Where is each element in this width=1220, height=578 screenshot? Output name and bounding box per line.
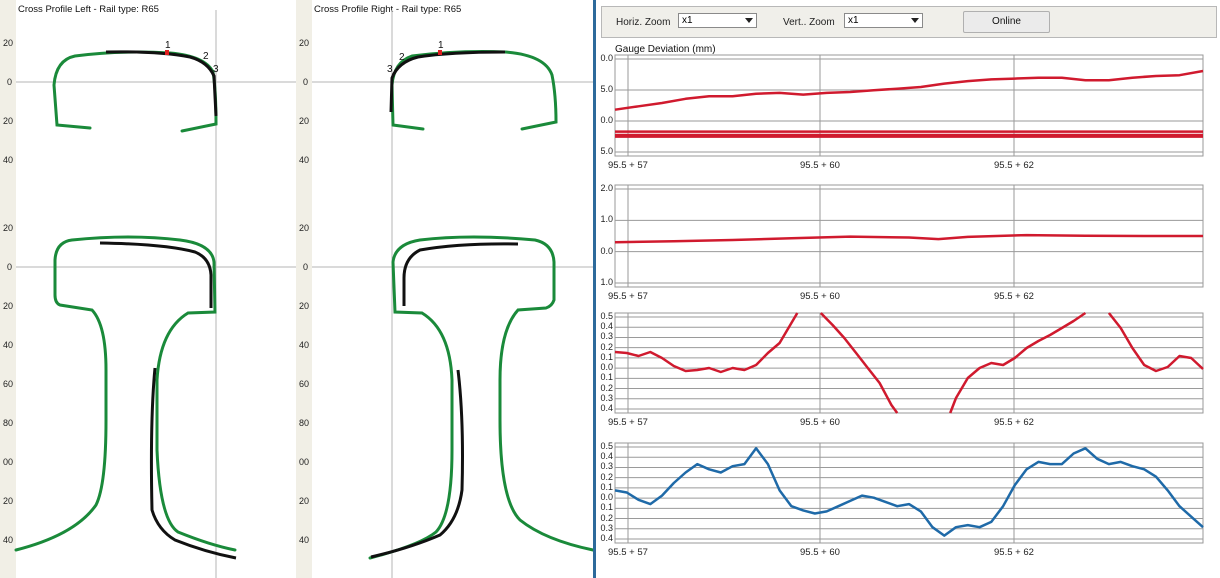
y-tick-label: 0.3 [600,331,613,342]
y-tick-label: 5.0 [600,146,613,156]
x-tick-label: 95.5 + 60 [800,160,840,171]
y-tick-label: 0.2 [600,471,613,482]
y-tick-label: 1.0 [600,277,613,287]
y-tick-label: 0.4 [600,403,613,413]
y-tick-label: 2.0 [600,183,613,193]
y-tick-label: 0.3 [600,461,613,472]
y-tick-label: 0.5 [600,441,613,451]
chart-frame [614,312,1204,414]
x-tick-label: 95.5 + 60 [800,547,840,558]
y-tick-label: 0.3 [600,522,613,533]
x-tick-label: 95.5 + 62 [994,417,1034,428]
y-tick-label: 0.0 [600,115,613,125]
x-tick-label: 95.5 + 60 [800,291,840,302]
y-tick-label: 0.0 [600,492,613,503]
x-tick-label: 95.5 + 62 [994,160,1034,171]
y-tick-label: 0.0 [600,362,613,373]
x-tick-label: 95.5 + 57 [608,291,648,302]
y-tick-label: 0.0 [600,245,613,256]
y-tick-label: 0.0 [600,53,613,63]
y-tick-label: 1.0 [600,214,613,225]
x-tick-label: 95.5 + 60 [800,417,840,428]
x-tick-label: 95.5 + 62 [994,547,1034,558]
y-tick-label: 0.2 [600,382,613,393]
y-tick-label: 0.2 [600,341,613,352]
y-tick-label: 0.1 [600,372,613,383]
y-tick-label: 0.3 [600,392,613,403]
y-tick-label: 0.4 [600,533,613,543]
y-tick-label: 0.1 [600,502,613,513]
x-tick-label: 95.5 + 57 [608,547,648,558]
y-tick-label: 0.5 [600,311,613,321]
y-tick-label: 5.0 [600,84,613,94]
x-tick-label: 95.5 + 57 [608,160,648,171]
y-tick-label: 0.4 [600,321,613,332]
chart-frame [614,442,1204,544]
x-tick-label: 95.5 + 57 [608,417,648,428]
x-tick-label: 95.5 + 62 [994,291,1034,302]
y-tick-label: 0.4 [600,451,613,462]
chart-frame [614,54,1204,157]
y-tick-label: 0.2 [600,512,613,523]
y-tick-label: 0.1 [600,481,613,492]
y-tick-label: 0.1 [600,351,613,362]
